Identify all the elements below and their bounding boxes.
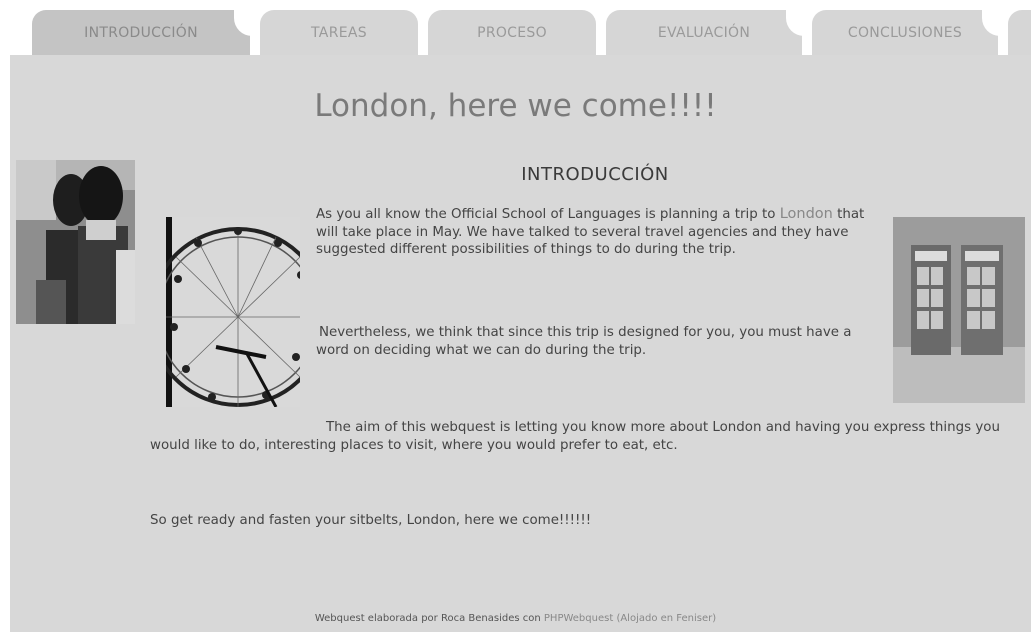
- tab-corner: [786, 10, 804, 36]
- footer-credit: Webquest elaborada por Roca Benasides co…: [314, 613, 541, 624]
- p3-text: The aim of this webquest is letting you …: [150, 420, 1000, 453]
- footer: Webquest elaborada por Roca Benasides co…: [0, 613, 1031, 624]
- tab-tareas[interactable]: TAREAS: [260, 10, 418, 55]
- tab-introduccion[interactable]: INTRODUCCIÓN: [32, 10, 252, 55]
- tab-corner: [982, 10, 1000, 36]
- guards-photo: [16, 160, 135, 324]
- tab-introduccion-label: INTRODUCCIÓN: [84, 24, 198, 41]
- phone-booths-photo: [893, 217, 1025, 403]
- tab-evaluacion-label: EVALUACIÓN: [657, 24, 751, 41]
- tab-bar: INTRODUCCIÓN TAREAS PROCESO EVALUACIÓN C…: [0, 0, 1031, 57]
- section-heading: INTRODUCCIÓN: [521, 164, 669, 185]
- p4-text: So get ready and fasten your sitbelts, L…: [150, 513, 592, 528]
- london-eye-photo: [166, 217, 300, 407]
- page-title: London, here we come!!!!: [314, 88, 717, 124]
- footer-hosting: (Alojado en Feniser): [616, 613, 717, 624]
- intro-paragraph-3: The aim of this webquest is letting you …: [150, 419, 1030, 454]
- tab-conclusiones-label: CONCLUSIONES: [847, 24, 963, 41]
- tab-proceso-label: PROCESO: [477, 24, 547, 41]
- p2-text: Nevertheless, we think that since this t…: [316, 325, 852, 358]
- tab-tareas-label: TAREAS: [311, 24, 367, 41]
- intro-paragraph-2: Nevertheless, we think that since this t…: [316, 324, 856, 359]
- london-word: London: [779, 206, 833, 222]
- tab-evaluacion[interactable]: EVALUACIÓN: [606, 10, 804, 55]
- intro-paragraph-4: So get ready and fasten your sitbelts, L…: [150, 512, 1030, 530]
- p1-text-start: As you all know the Official School of L…: [316, 207, 780, 222]
- tab-proceso[interactable]: PROCESO: [428, 10, 596, 55]
- tab-edge: [1008, 10, 1031, 55]
- phpwebquest-link[interactable]: PHPWebquest: [544, 613, 613, 624]
- intro-paragraph-1: As you all know the Official School of L…: [316, 206, 876, 259]
- tab-conclusiones[interactable]: CONCLUSIONES: [812, 10, 1000, 55]
- tab-corner: [234, 10, 252, 36]
